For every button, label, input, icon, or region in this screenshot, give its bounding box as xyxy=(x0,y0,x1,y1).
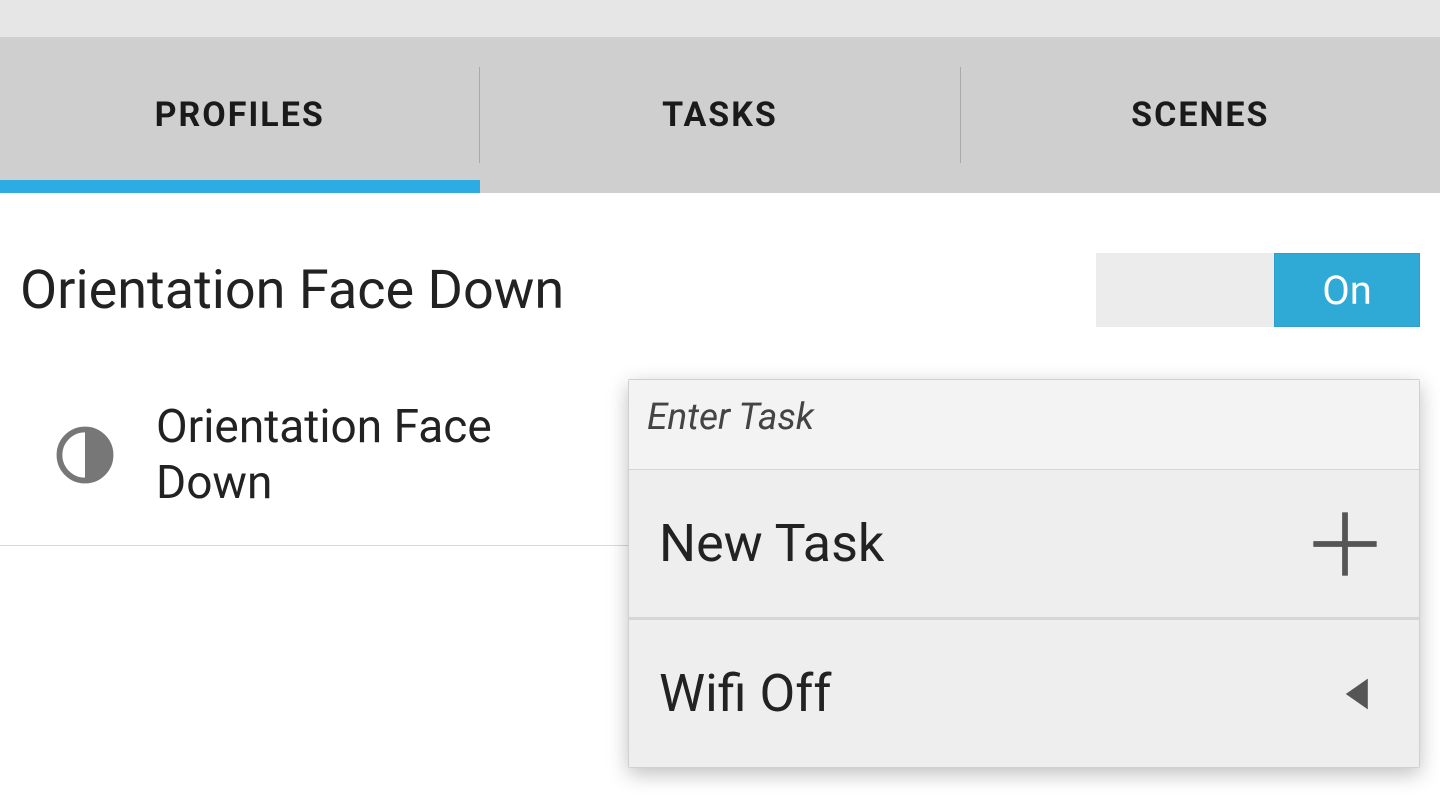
popup-header: Enter Task xyxy=(629,380,1419,469)
active-tab-indicator xyxy=(0,180,480,193)
popup-item-new-task[interactable]: New Task xyxy=(629,469,1419,617)
toggle-on-side: On xyxy=(1274,253,1420,327)
profile-toggle[interactable]: On xyxy=(1096,253,1420,327)
enter-task-popup: Enter Task New Task Wifi Off xyxy=(628,379,1420,768)
content-area: Orientation Face Down On Orientation Fac… xyxy=(0,193,1440,546)
toggle-on-label: On xyxy=(1322,267,1372,314)
triangle-left-icon xyxy=(1337,672,1381,716)
tab-scenes[interactable]: SCENES xyxy=(961,37,1440,193)
popup-item-label: New Task xyxy=(659,513,884,574)
context-label: Orientation Face Down xyxy=(156,399,576,511)
status-bar xyxy=(0,0,1440,37)
profile-header: Orientation Face Down On xyxy=(0,249,1440,331)
tab-bar: PROFILES TASKS SCENES xyxy=(0,37,1440,193)
tab-scenes-label: SCENES xyxy=(1131,95,1269,135)
profile-title[interactable]: Orientation Face Down xyxy=(20,259,564,322)
context-row[interactable]: Orientation Face Down xyxy=(0,399,630,546)
toggle-off-side xyxy=(1096,253,1274,327)
popup-item-label: Wifi Off xyxy=(659,663,831,724)
tab-tasks-label: TASKS xyxy=(662,95,778,135)
tab-profiles[interactable]: PROFILES xyxy=(0,37,479,193)
popup-item-wifi-off[interactable]: Wifi Off xyxy=(629,619,1419,767)
tab-profiles-label: PROFILES xyxy=(155,95,325,135)
tab-tasks[interactable]: TASKS xyxy=(480,37,959,193)
orientation-icon xyxy=(56,426,114,484)
plus-icon xyxy=(1309,508,1381,580)
